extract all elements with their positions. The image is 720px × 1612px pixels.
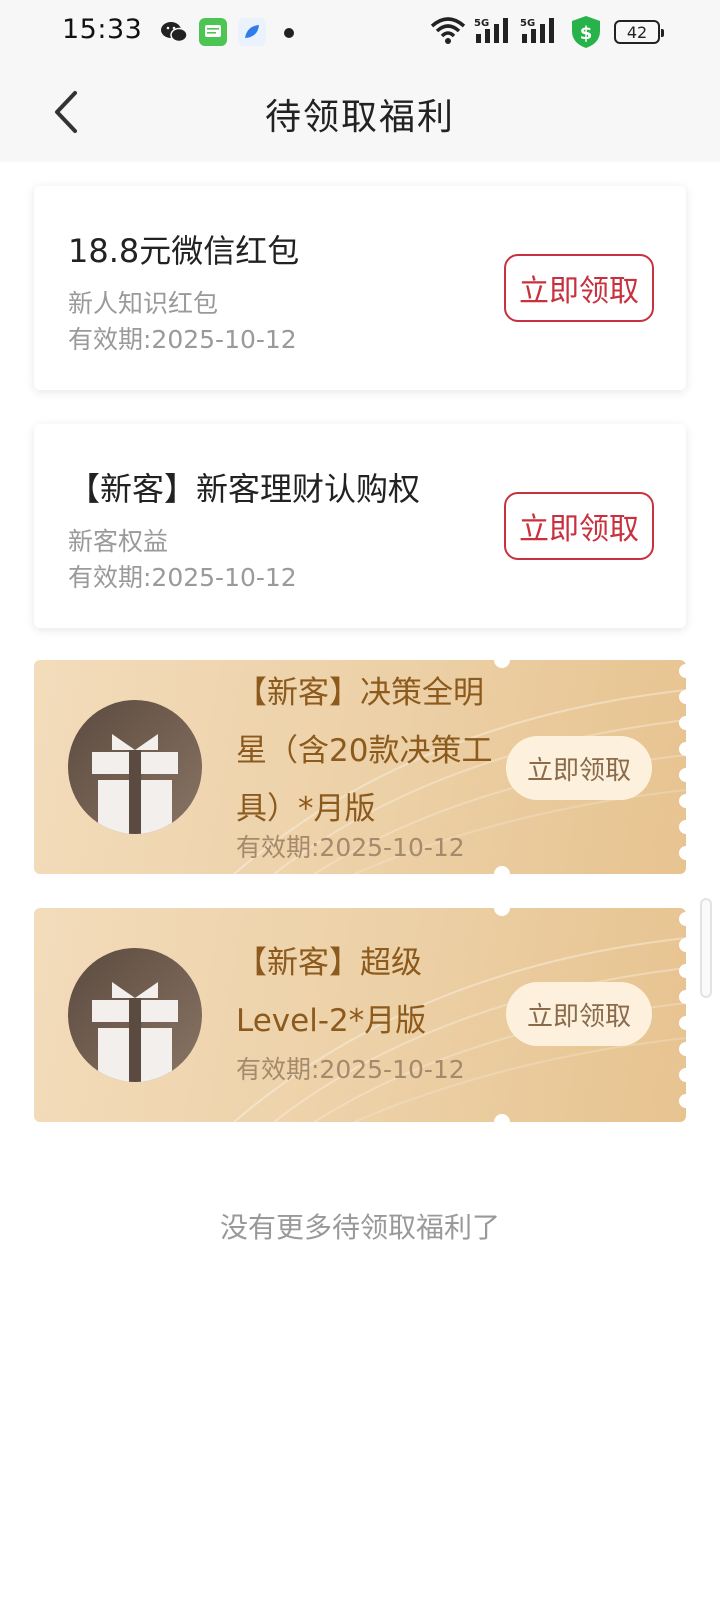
benefit-subtitle: 新客权益 [68,527,169,556]
claim-button[interactable]: 立即领取 [506,736,652,800]
voucher-card: 【新客】超级Level-2*月版 有效期:2025-10-12 立即领取 [34,908,686,1122]
claim-button[interactable]: 立即领取 [504,254,654,322]
benefit-card: 【新客】新客理财认购权 新客权益 有效期:2025-10-12 立即领取 [34,424,686,628]
claim-button[interactable]: 立即领取 [506,982,652,1046]
dot-icon [284,28,294,38]
status-time: 15:33 [62,14,143,45]
signal-5g-icon: 5G [474,18,508,43]
message-icon [199,18,227,46]
voucher-title: 【新客】超级Level-2*月版 [236,945,427,1039]
gift-icon [92,734,178,834]
voucher-validity: 有效期:2025-10-12 [236,833,465,862]
scrollbar-thumb[interactable] [700,898,712,998]
voucher-card: 【新客】决策全明星（含20款决策工具）*月版 有效期:2025-10-12 立即… [34,660,686,874]
battery-level: 42 [626,22,648,42]
benefit-validity: 有效期:2025-10-12 [68,325,297,354]
benefit-title: 18.8元微信红包 [68,232,300,270]
nav-bar: 待领取福利 [0,62,720,162]
claim-button[interactable]: 立即领取 [504,492,654,560]
wechat-icon [161,22,188,43]
benefit-card: 18.8元微信红包 新人知识红包 有效期:2025-10-12 立即领取 [34,186,686,390]
voucher-title: 【新客】决策全明星（含20款决策工具）*月版 [236,675,493,827]
svg-text:$: $ [580,23,593,44]
page-title: 待领取福利 [264,97,455,138]
ticket-edge [679,908,686,1122]
signal-5g-icon: 5G [520,18,554,43]
benefit-subtitle: 新人知识红包 [68,289,219,318]
benefit-title: 【新客】新客理财认购权 [68,470,421,508]
benefit-validity: 有效期:2025-10-12 [68,563,297,592]
wifi-icon [430,17,466,44]
svg-text:5G: 5G [474,18,489,29]
ticket-edge [679,660,686,874]
gift-avatar [68,700,202,834]
app-icon [238,18,266,46]
end-of-list-text: 没有更多待领取福利了 [219,1211,500,1244]
battery-icon: 42 [614,20,664,44]
voucher-validity: 有效期:2025-10-12 [236,1055,465,1084]
security-shield-icon: $ [572,16,600,48]
gift-icon [92,982,178,1082]
gift-avatar [68,948,202,1082]
svg-text:5G: 5G [520,18,535,29]
status-bar: 15:33 5G 5G $ 42 [0,0,720,62]
